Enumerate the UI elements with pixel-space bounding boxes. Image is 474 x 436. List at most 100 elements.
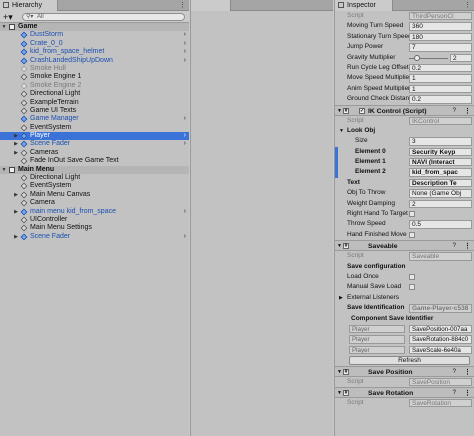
refresh-button[interactable]: Refresh <box>349 356 470 365</box>
hierarchy-item[interactable]: Crate_0_0 › <box>0 40 189 48</box>
hierarchy-item[interactable]: Directional Light <box>0 90 189 98</box>
script-row: Script ThirdPersonCl <box>335 11 474 21</box>
chevron-right-icon[interactable]: › <box>184 132 186 140</box>
ik-script-field[interactable]: IKControl <box>409 116 472 125</box>
add-object-button[interactable]: +▾ <box>3 11 13 23</box>
load-once-checkbox[interactable] <box>409 273 415 280</box>
hierarchy-item[interactable]: ▶ Main Menu Canvas <box>0 191 189 199</box>
save-position-header[interactable]: ▼ # Save Position ? ⋮ <box>335 365 474 377</box>
gravity-value-field[interactable]: 2 <box>450 53 472 62</box>
gameobject-icon <box>20 65 28 73</box>
hierarchy-item[interactable]: Fade InOut Save Game Text <box>0 157 189 165</box>
script-field[interactable]: ThirdPersonCl <box>409 12 472 21</box>
chevron-right-icon[interactable]: › <box>184 140 186 148</box>
hierarchy-item[interactable]: ▶ Scene Fader › <box>0 140 189 148</box>
hierarchy-item[interactable]: UIController <box>0 216 189 224</box>
chevron-right-icon[interactable]: › <box>184 208 186 216</box>
chevron-right-icon[interactable]: › <box>184 48 186 56</box>
hierarchy-item-label: Smoke Engine 2 <box>30 81 82 89</box>
component-id-field[interactable]: SaveScale-6e40a <box>409 345 472 355</box>
property-field[interactable]: 0.2 <box>409 95 472 104</box>
property-field[interactable]: 360 <box>409 22 472 31</box>
hierarchy-item[interactable]: Smoke Hull <box>0 65 189 73</box>
hierarchy-item[interactable]: Directional Light <box>0 174 189 182</box>
hierarchy-item[interactable]: Camera <box>0 199 189 207</box>
element-object-field[interactable]: NAVI (Interact <box>409 158 472 167</box>
property-label: Move Speed Multiplier <box>347 74 412 82</box>
tab-menu-icon[interactable]: ⋮ <box>464 1 471 9</box>
collapsed-arrow-icon[interactable]: ▶ <box>13 191 19 199</box>
manual-save-checkbox[interactable] <box>409 284 415 291</box>
tab-menu-icon[interactable]: ⋮ <box>179 1 186 9</box>
property-field[interactable]: 7 <box>409 43 472 52</box>
save-rotation-script-field[interactable]: SaveRotation <box>409 398 472 408</box>
save-rotation-header[interactable]: ▼ # Save Rotation ? ⋮ <box>335 386 474 398</box>
expand-arrow-icon[interactable]: ▼ <box>1 23 7 31</box>
chevron-right-icon[interactable]: › <box>184 31 186 39</box>
scene-tab[interactable] <box>191 0 231 11</box>
hierarchy-item[interactable]: kid_from_space_helmet › <box>0 48 189 56</box>
obj-to-throw-field[interactable]: None (Game Obj <box>409 189 472 198</box>
hierarchy-item[interactable]: Smoke Engine 2 <box>0 82 189 90</box>
chevron-right-icon[interactable]: › <box>184 40 186 48</box>
hierarchy-item[interactable]: DustStorm › <box>0 31 189 39</box>
prefab-icon <box>20 115 28 123</box>
hierarchy-item[interactable]: Game Manager › <box>0 115 189 123</box>
fold-arrow-icon[interactable]: ▼ <box>339 126 344 136</box>
fold-arrow-icon[interactable]: ▶ <box>339 293 343 303</box>
hierarchy-item[interactable]: ▶ Player › <box>0 132 189 141</box>
scene-view-panel[interactable] <box>190 0 333 436</box>
hierarchy-item[interactable]: EventSystem <box>0 124 189 132</box>
scene-row[interactable]: ▼ Main Menu <box>0 165 189 175</box>
ik-control-header[interactable]: ▼ # ✓ IK Control (Script) ? ⋮ <box>335 104 474 116</box>
inspector-tab[interactable]: Inspector <box>335 0 393 11</box>
right-hand-checkbox[interactable] <box>409 211 415 218</box>
expand-arrow-icon[interactable]: ▼ <box>1 166 7 174</box>
hierarchy-item[interactable]: Main Menu Settings <box>0 224 189 232</box>
text-field[interactable]: Description Te <box>409 178 472 188</box>
weight-damping-field[interactable]: 2 <box>409 199 472 209</box>
component-object-field[interactable]: Player <box>349 345 405 355</box>
property-field[interactable]: 1 <box>409 74 472 83</box>
element-object-field[interactable]: kid_from_spac <box>409 168 472 177</box>
hierarchy-item[interactable]: ▶ Cameras <box>0 149 189 157</box>
hierarchy-item[interactable]: EventSystem <box>0 182 189 190</box>
hierarchy-search-input[interactable]: ⚲▾ All <box>22 13 185 21</box>
enable-checkbox[interactable]: ✓ <box>359 107 365 114</box>
hierarchy-item[interactable]: ExampleTerrain <box>0 99 189 107</box>
component-object-field[interactable]: Player <box>349 335 405 344</box>
property-field[interactable]: 0.2 <box>409 63 472 73</box>
property-field[interactable]: 180 <box>409 32 472 42</box>
hierarchy-item[interactable]: ▶ main menu kid_from_space › <box>0 208 189 216</box>
external-listeners-row[interactable]: ▶ External Listeners <box>335 293 474 303</box>
saveable-script-field[interactable]: Saveable <box>409 252 472 261</box>
component-id-field[interactable]: SaveRotation-884c0 <box>409 335 472 344</box>
hierarchy-item[interactable]: ▶ Scene Fader › <box>0 233 189 241</box>
collapsed-arrow-icon[interactable]: ▶ <box>13 233 19 241</box>
save-identification-field[interactable]: Game-Player-c538 <box>409 304 472 313</box>
inspector-tabbar: Inspector ⋮ <box>335 0 474 11</box>
chevron-right-icon[interactable]: › <box>184 115 186 123</box>
chevron-right-icon[interactable]: › <box>184 233 186 241</box>
scene-row[interactable]: ▼ Game <box>0 23 189 32</box>
gravity-slider-knob[interactable] <box>414 54 420 61</box>
property-field[interactable]: 1 <box>409 84 472 94</box>
collapsed-arrow-icon[interactable]: ▶ <box>13 132 19 140</box>
hand-finished-checkbox[interactable] <box>409 231 415 238</box>
hierarchy-tab[interactable]: Hierarchy <box>0 0 58 11</box>
component-id-field[interactable]: SavePosition-007aa <box>409 324 472 334</box>
throw-speed-field[interactable]: 0.5 <box>409 220 472 229</box>
hierarchy-item[interactable]: Game UI Texts <box>0 107 189 115</box>
save-position-script-field[interactable]: SavePosition <box>409 377 472 386</box>
hierarchy-item[interactable]: Smoke Engine 1 <box>0 73 189 81</box>
component-object-field[interactable]: Player <box>349 324 405 334</box>
saveable-header[interactable]: ▼ # Saveable ? ⋮ <box>335 240 474 252</box>
chevron-right-icon[interactable]: › <box>184 57 186 65</box>
collapsed-arrow-icon[interactable]: ▶ <box>13 149 19 157</box>
collapsed-arrow-icon[interactable]: ▶ <box>13 140 19 148</box>
element-object-field[interactable]: Security Keyp <box>409 147 472 157</box>
look-obj-row[interactable]: ▼ Look Obj <box>335 126 474 136</box>
collapsed-arrow-icon[interactable]: ▶ <box>13 208 19 216</box>
size-field[interactable]: 3 <box>409 137 472 146</box>
hierarchy-item[interactable]: CrashLandedShipUpDown › <box>0 57 189 65</box>
